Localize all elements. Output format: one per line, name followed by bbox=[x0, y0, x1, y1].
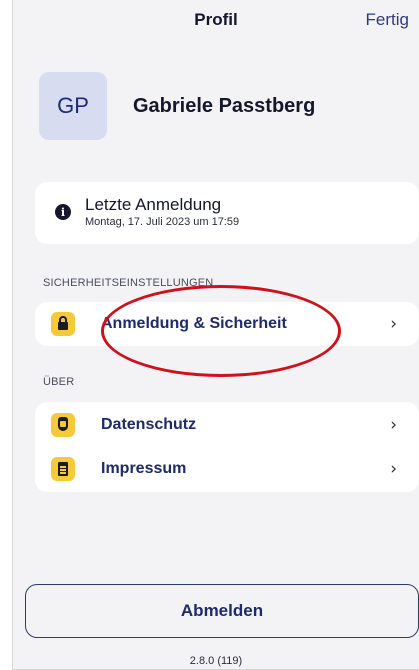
chevron-right-icon: › bbox=[390, 314, 397, 334]
user-name: Gabriele Passtberg bbox=[133, 95, 316, 117]
last-login-title: Letzte Anmeldung bbox=[85, 195, 222, 214]
chevron-right-icon: › bbox=[390, 415, 397, 435]
profile-screen: Profil Fertig GP Gabriele Passtberg i Le… bbox=[12, 0, 419, 670]
app-version: 2.8.0 (119) bbox=[189, 655, 243, 667]
document-icon bbox=[51, 457, 75, 481]
shield-icon bbox=[51, 413, 75, 437]
chevron-right-icon: › bbox=[390, 459, 397, 479]
security-card: Anmeldung & Sicherheit › bbox=[35, 302, 419, 346]
last-login-date: Montag, 17. Juli 2023 um 17:59 bbox=[85, 216, 240, 228]
list-item-login-security[interactable]: Anmeldung & Sicherheit › bbox=[35, 303, 419, 345]
about-card: Datenschutz › Impressum › bbox=[35, 402, 419, 492]
avatar: GP bbox=[39, 72, 107, 140]
list-item-privacy[interactable]: Datenschutz › bbox=[35, 404, 419, 446]
done-button[interactable]: Fertig bbox=[366, 10, 409, 30]
info-icon: i bbox=[55, 204, 71, 220]
list-item-imprint[interactable]: Impressum › bbox=[35, 448, 419, 490]
list-item-label: Anmeldung & Sicherheit bbox=[101, 315, 287, 332]
section-header-about: ÜBER bbox=[43, 376, 75, 388]
lock-icon bbox=[51, 312, 75, 336]
list-item-label: Impressum bbox=[101, 460, 187, 477]
list-item-label: Datenschutz bbox=[101, 416, 197, 433]
section-header-security: SICHERHEITSEINSTELLUNGEN bbox=[43, 277, 214, 289]
page-title: Profil bbox=[194, 10, 238, 29]
last-login-card: i Letzte Anmeldung Montag, 17. Juli 2023… bbox=[35, 182, 419, 244]
logout-button[interactable]: Abmelden bbox=[25, 584, 419, 638]
avatar-initials: GP bbox=[57, 93, 89, 118]
